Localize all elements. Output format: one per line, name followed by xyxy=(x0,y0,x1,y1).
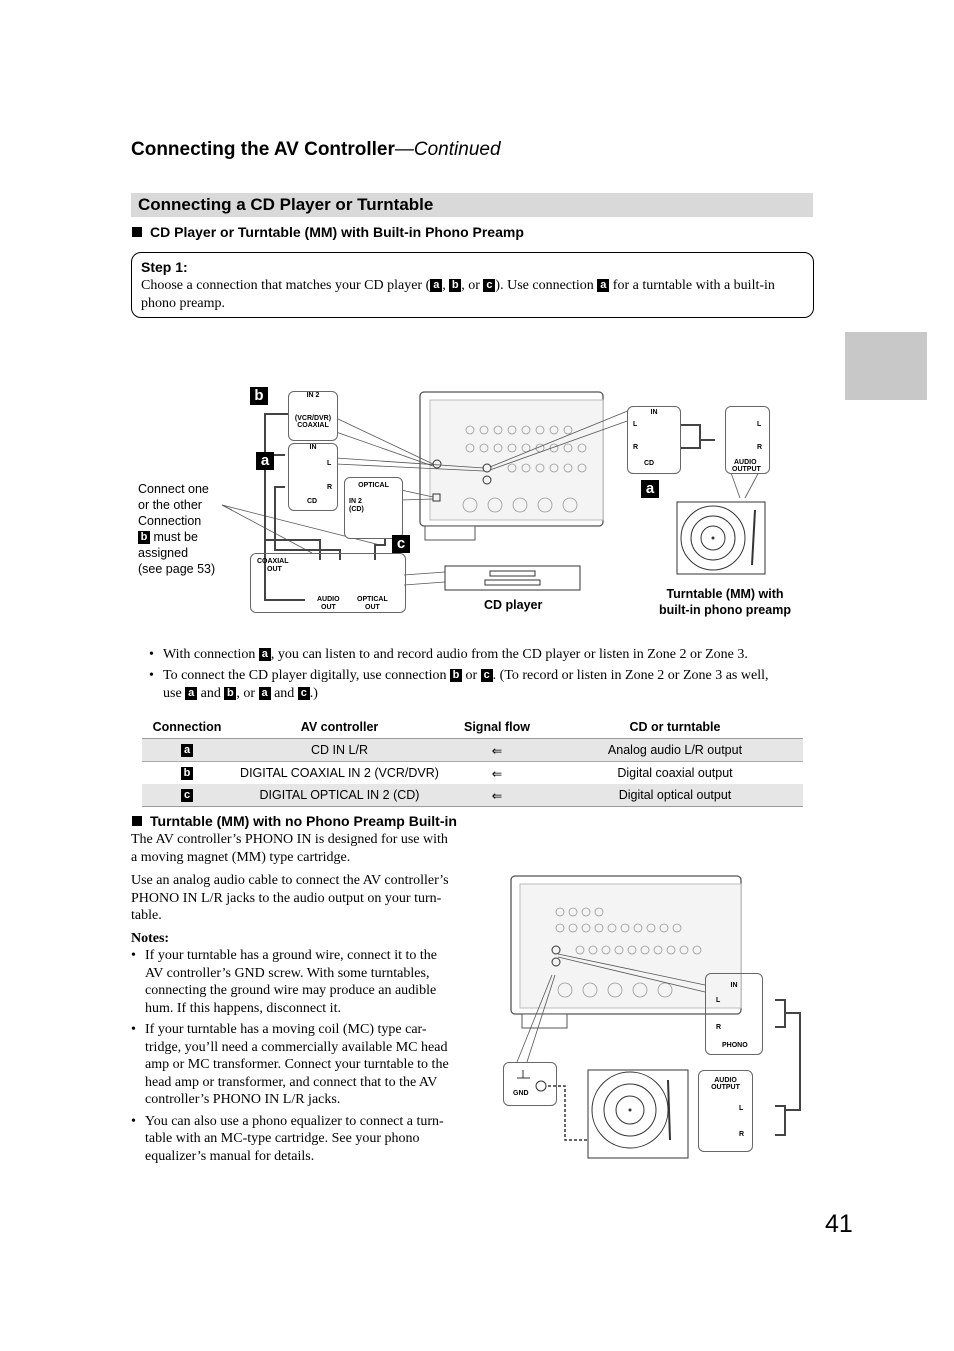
phono-in-panel: IN L R PHONO xyxy=(705,973,763,1055)
label: AUDIO xyxy=(714,1077,737,1084)
label: PHONO xyxy=(722,1042,748,1049)
gnd-panel: GND xyxy=(503,1062,557,1106)
label: L xyxy=(716,997,721,1004)
label: R xyxy=(739,1131,745,1138)
label: L xyxy=(739,1105,744,1112)
diagram2-lines xyxy=(510,875,801,1159)
label: GND xyxy=(513,1090,529,1097)
label: R xyxy=(716,1024,722,1031)
page: Connecting the AV Controller—Continued C… xyxy=(0,0,954,1351)
label: OUTPUT xyxy=(711,1084,740,1091)
page-number: 41 xyxy=(825,1210,853,1238)
label: IN xyxy=(730,982,738,989)
turntable-output-panel: AUDIO OUTPUT L R xyxy=(698,1070,753,1152)
